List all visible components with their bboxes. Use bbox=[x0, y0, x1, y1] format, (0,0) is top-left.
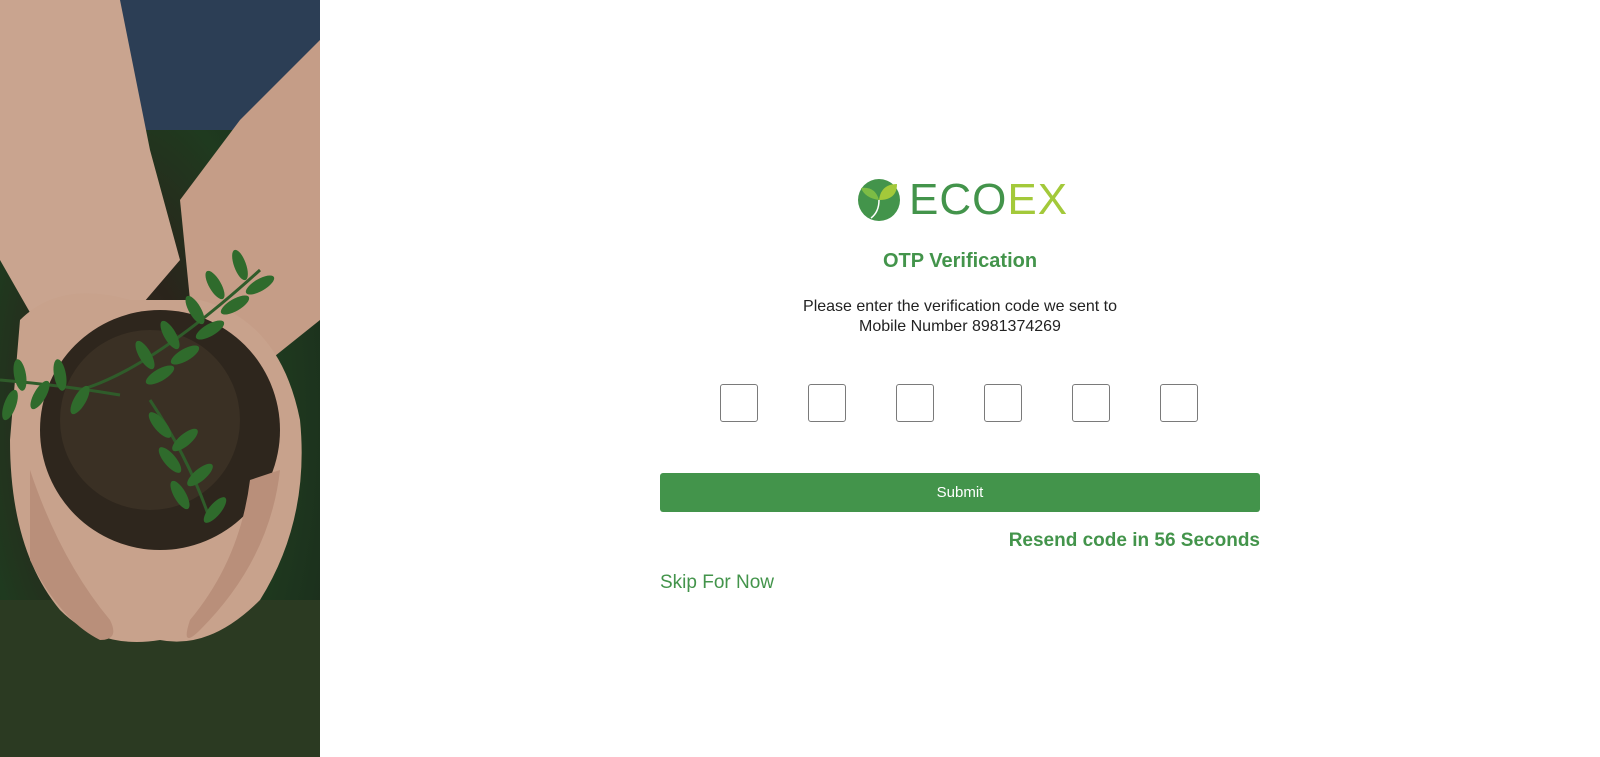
otp-input-group bbox=[720, 384, 1200, 424]
instruction-line-1: Please enter the verification code we se… bbox=[803, 298, 1117, 315]
otp-digit-5[interactable] bbox=[1072, 384, 1110, 422]
otp-digit-6[interactable] bbox=[1160, 384, 1198, 422]
otp-form-panel: ECOEX OTP Verification Please enter the … bbox=[320, 0, 1600, 757]
ecoex-logo: ECOEX bbox=[857, 176, 1068, 224]
otp-digit-2[interactable] bbox=[808, 384, 846, 422]
otp-page: ECOEX OTP Verification Please enter the … bbox=[0, 0, 1600, 757]
page-title: OTP Verification bbox=[882, 250, 1038, 272]
brand-name-ex: EX bbox=[1007, 175, 1069, 224]
instruction-line-2: Mobile Number 8981374269 bbox=[859, 318, 1061, 335]
leaf-logo-icon bbox=[858, 179, 900, 221]
otp-digit-3[interactable] bbox=[896, 384, 934, 422]
hands-holding-plant-image bbox=[0, 0, 320, 757]
submit-button[interactable]: Submit bbox=[660, 473, 1260, 512]
brand-wordmark: ECOEX bbox=[909, 176, 1068, 224]
brand-name-eco: ECO bbox=[909, 175, 1008, 224]
skip-for-now-link[interactable]: Skip For Now bbox=[660, 572, 774, 594]
hands-holding-plant-photo bbox=[0, 0, 320, 757]
otp-instruction: Please enter the verification code we se… bbox=[320, 297, 1600, 337]
otp-digit-1[interactable] bbox=[720, 384, 758, 422]
resend-countdown: Resend code in 56 Seconds bbox=[1008, 530, 1260, 551]
otp-digit-4[interactable] bbox=[984, 384, 1022, 422]
